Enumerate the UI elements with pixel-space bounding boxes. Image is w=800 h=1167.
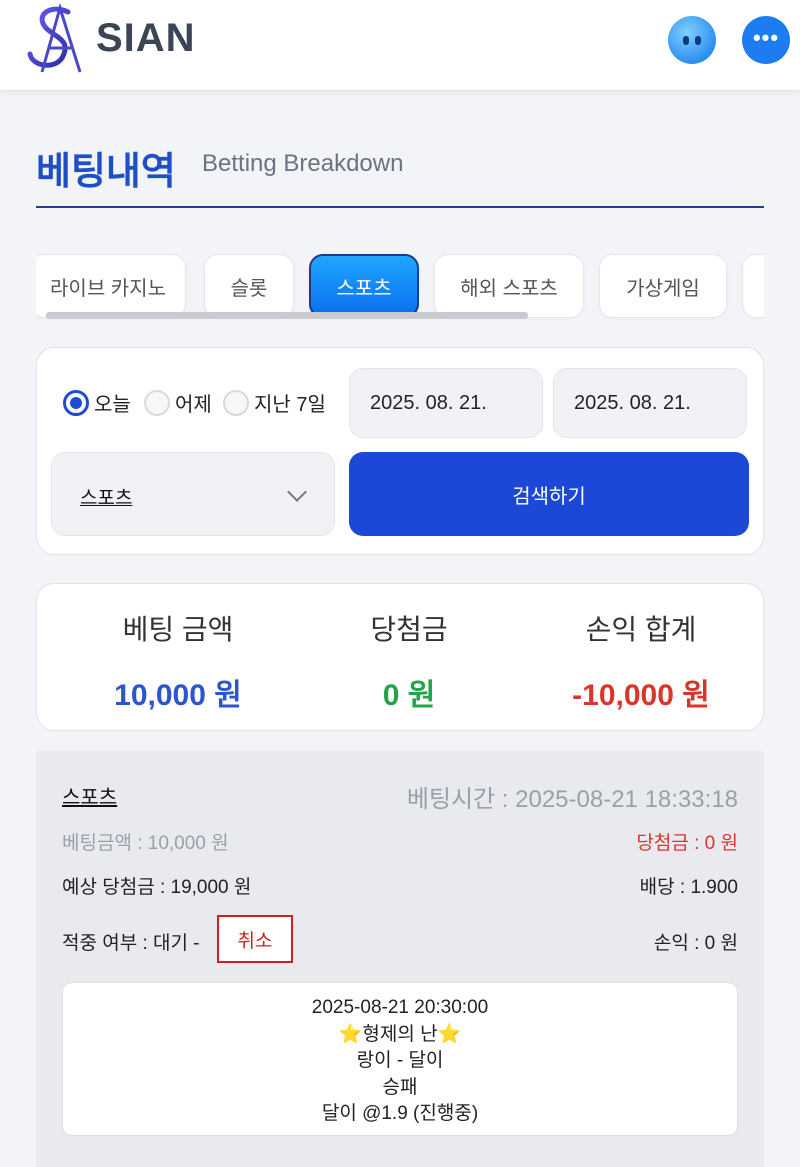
match-pick: 달이 @1.9 (진행중) [321,1103,479,1124]
tab-live-casino[interactable]: 라이브 카지노 [36,254,186,318]
match-datetime: 2025-08-21 20:30:00 [311,997,489,1018]
chat-bubble-icon[interactable]: ••• [742,16,790,64]
summary-value: 0 원 [382,679,436,712]
date-to-input[interactable]: 2025. 08. 21. [553,368,747,438]
match-market: 승패 [382,1076,418,1098]
match-league: ⭐형제의 난⭐ [338,1023,462,1045]
bet-time: 베팅시간 : 2025-08-21 18:33:18 [406,786,738,813]
summary-value: 10,000 원 [114,679,242,712]
chevron-down-icon [287,482,307,502]
radio-dot [144,389,170,416]
radio-last-7-days[interactable]: 지난 7일 [223,388,326,417]
tabs-scrollbar[interactable] [46,312,528,319]
summary-profit: 손익 합계 -10,000 원 [520,608,762,714]
tab-sports[interactable]: 스포츠 [309,254,419,318]
date-from-input[interactable]: 2025. 08. 21. [349,368,543,438]
summary-label: 당첨금 [370,614,448,645]
filter-panel: 오늘 어제 지난 7일 2025. 08. 21. 2025. 08. 21. … [36,347,764,555]
page-title: 베팅내역 [36,151,176,193]
radio-label: 어제 [175,394,212,416]
tab-overseas-sports[interactable]: 해외 스포츠 [434,254,584,318]
bet-type: 스포츠 [62,787,118,809]
bet-history-item: 스포츠 베팅시간 : 2025-08-21 18:33:18 베팅금액 : 10… [36,751,764,1167]
tab-more[interactable] [742,254,764,318]
game-category-tabs[interactable]: 라이브 카지노 슬롯 스포츠 해외 스포츠 가상게임 [36,250,764,322]
summary-winnings: 당첨금 0 원 [288,608,530,714]
summary-value: -10,000 원 [572,679,710,712]
bet-profit: 손익 : 0 원 [653,933,738,954]
tab-slot[interactable]: 슬롯 [204,254,294,318]
radio-dot [63,389,89,416]
result-status: 적중 여부 : 대기 - [62,933,200,954]
radio-today[interactable]: 오늘 [63,388,131,417]
summary-label: 손익 합계 [585,614,697,645]
chat-dots: ••• [752,25,780,50]
expected-winnings: 예상 당첨금 : 19,000 원 [62,877,252,898]
brand-name: SIAN [96,16,196,60]
radio-label: 지난 7일 [254,394,326,416]
summary-label: 베팅 금액 [122,614,234,645]
page-subtitle: Betting Breakdown [202,150,404,177]
cancel-bet-button[interactable]: 취소 [217,915,293,963]
bet-amount: 베팅금액 : 10,000 원 [62,833,229,854]
category-select[interactable]: 스포츠 [51,452,335,536]
app-header: SIAN ••• [0,0,800,90]
robot-support-icon[interactable] [668,16,716,64]
match-teams: 랑이 - 달이 [356,1050,444,1071]
match-detail-box: 2025-08-21 20:30:00 ⭐형제의 난⭐ 랑이 - 달이 승패 달… [62,982,738,1136]
robot-eye-right [695,36,701,45]
robot-eye-left [683,36,689,45]
tab-virtual-game[interactable]: 가상게임 [599,254,727,318]
radio-yesterday[interactable]: 어제 [144,388,212,417]
title-divider [36,206,764,208]
radio-label: 오늘 [94,394,131,416]
search-button[interactable]: 검색하기 [349,452,749,536]
summary-bet-amount: 베팅 금액 10,000 원 [57,608,299,714]
radio-dot [223,389,249,416]
bet-odds: 배당 : 1.900 [639,877,738,898]
category-select-value: 스포츠 [80,488,133,509]
bet-winnings: 당첨금 : 0 원 [636,833,738,854]
sian-logo-icon[interactable] [22,2,94,74]
summary-panel: 베팅 금액 10,000 원 당첨금 0 원 손익 합계 -10,000 원 [36,583,764,731]
